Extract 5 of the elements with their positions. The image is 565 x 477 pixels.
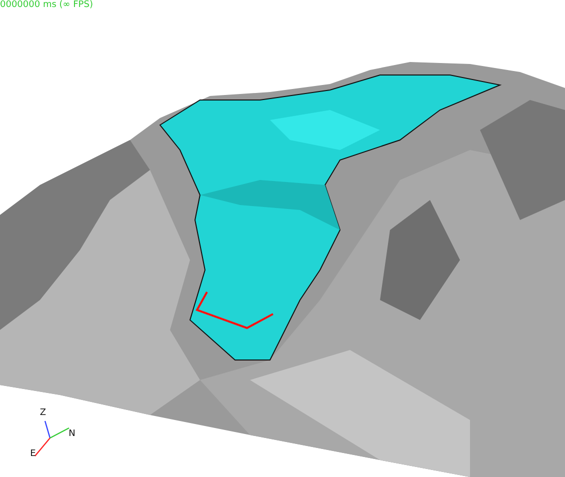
axis-label: Z	[40, 408, 46, 418]
axis-label: N	[68, 429, 76, 439]
axis-gizmo-drawing	[34, 420, 70, 456]
axis-label: E	[30, 449, 36, 459]
frame-time-readout: 0000000 ms (∞ FPS)	[0, 0, 93, 11]
